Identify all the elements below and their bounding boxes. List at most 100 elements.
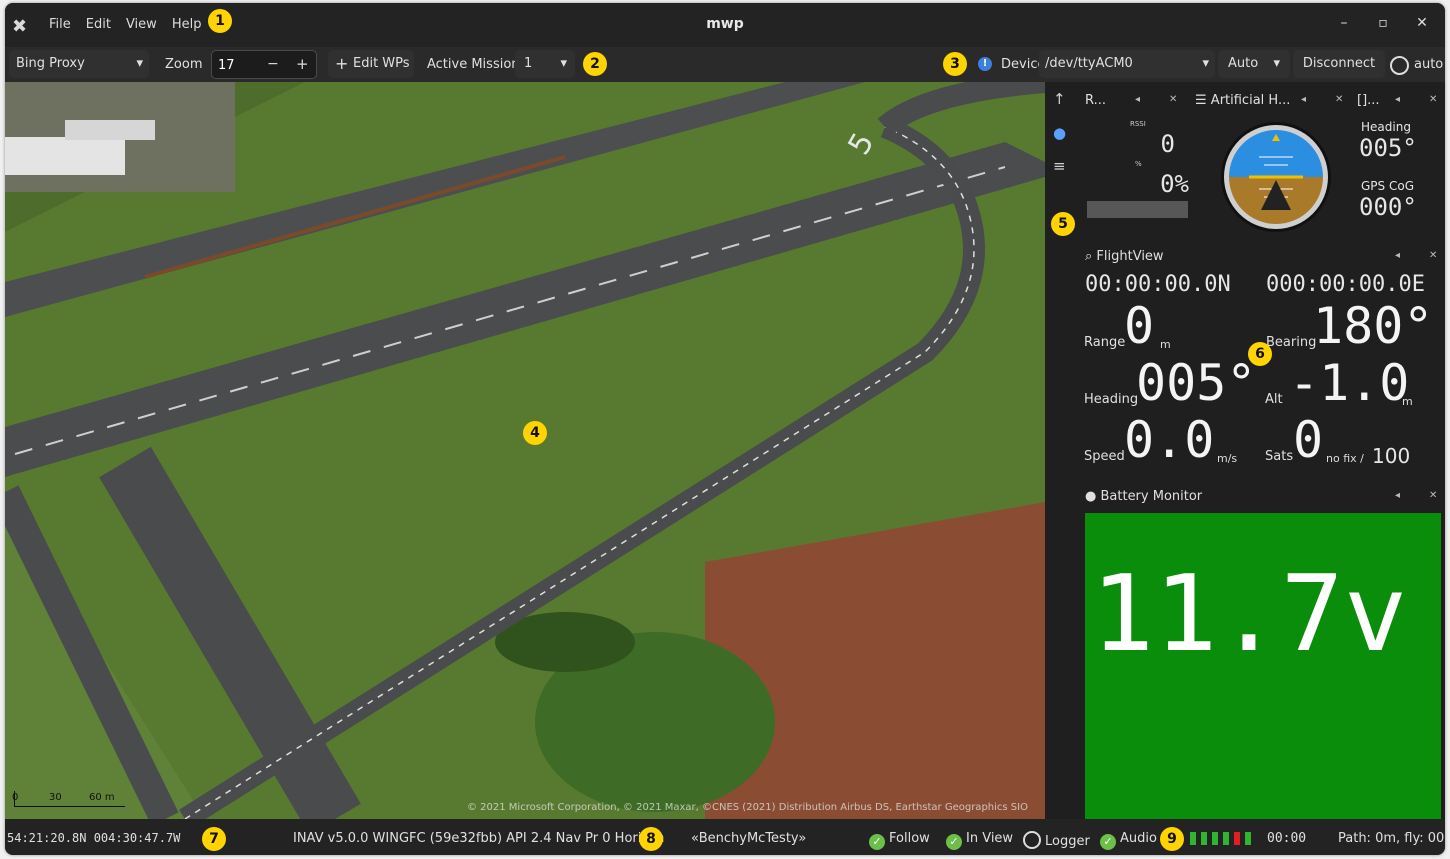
flightview-title-text: FlightView [1096,249,1164,264]
rssi-label: RSSI [1130,120,1146,128]
fv-heading-value: 005° [1136,354,1257,412]
battery-title-text: Battery Monitor [1100,489,1203,504]
globe-icon[interactable]: ● [1053,124,1066,142]
zoom-value[interactable]: 17 [218,58,235,73]
range-value: 0 [1124,297,1155,355]
map-attribution: © 2021 Microsoft Corporation, © 2021 Max… [467,802,1028,813]
menu-view[interactable]: View [126,17,157,32]
map-view[interactable]: 5 0 30 60 m © 2021 Microsoft Corporation… [5,82,1045,819]
map-source-select[interactable]: Bing Proxy ▾ [9,50,149,78]
zoom-out-button[interactable]: − [267,56,279,72]
panel-float-icon[interactable]: ◂ [1395,250,1400,261]
checkmark-icon: ✓ [1100,834,1116,850]
panel-float-icon[interactable]: ◂ [1395,490,1400,501]
attitude-indicator [1221,122,1331,232]
chevron-down-icon: ▾ [1202,56,1209,71]
cursor-position: 54:21:20.8N 004:30:47.7W [7,831,181,845]
satellite-imagery: 5 [5,82,1045,819]
annotation-marker-7: 7 [202,827,226,851]
annotation-marker-8: 8 [639,827,663,851]
edit-wps-button[interactable]: + Edit WPs [328,50,414,78]
device-select[interactable]: /dev/ttyACM0 ▾ [1039,50,1215,78]
active-mission-select[interactable]: 1 ▾ [515,50,575,78]
zoom-label: Zoom [165,57,203,72]
signal-bar [1212,832,1218,845]
sats-label: Sats [1265,449,1294,464]
app-icon: ✖ [12,16,28,37]
ahi-panel-title: ☰ Artificial H... [1195,93,1291,108]
follow-toggle[interactable]: ✓ Follow [869,831,930,850]
in-view-label: In View [966,831,1014,846]
radio-panel-title: R... [1085,93,1106,108]
annotation-marker-1: 1 [208,9,232,33]
bearing-label: Bearing [1266,335,1317,350]
speed-value: 0.0 [1124,411,1215,469]
arrow-up-icon[interactable]: ↑ [1053,90,1066,108]
active-mission-label: Active Mission [427,57,520,72]
menu-bar: File Edit View Help [49,17,201,32]
app-window: ✖ File Edit View Help mwp – ▫ ✕ Bing Pro… [5,3,1445,855]
audio-toggle[interactable]: ✓ Audio [1100,831,1157,850]
annotation-marker-4: 4 [523,421,547,445]
close-icon[interactable]: ✕ [1412,15,1432,31]
mode-select[interactable]: Auto ▾ [1218,50,1290,78]
logger-toggle[interactable]: Logger [1023,831,1090,849]
fv-heading-label: Heading [1084,392,1139,407]
flightview-panel: ⌕ FlightView ◂ ✕ 00:00:00.0N 000:00:00.0… [1045,237,1445,477]
annotation-marker-2: 2 [583,52,607,76]
minimize-icon[interactable]: – [1334,15,1354,31]
rssi-pct-label: % [1135,160,1142,168]
heading-value: 005° [1359,134,1417,162]
alt-label: Alt [1265,392,1283,407]
panel-float-icon[interactable]: ◂ [1301,94,1306,105]
range-unit: m [1160,338,1171,351]
panel-close-icon[interactable]: ✕ [1429,94,1437,105]
panel-close-icon[interactable]: ✕ [1429,250,1437,261]
maximize-icon[interactable]: ▫ [1373,15,1393,31]
scale-label-0: 0 [12,792,19,803]
battery-voltage: 11.7v [1091,553,1408,675]
signal-bar [1234,832,1240,845]
panel-close-icon[interactable]: ✕ [1429,490,1437,501]
scale-label-60: 60 m [89,792,115,803]
in-view-toggle[interactable]: ✓ In View [946,831,1013,850]
signal-bar [1190,832,1196,845]
panel-close-icon[interactable]: ✕ [1169,94,1177,105]
logger-label: Logger [1045,834,1090,849]
info-icon: ! [978,57,992,71]
menu-help[interactable]: Help [172,17,202,32]
range-label: Range [1084,335,1126,350]
chevron-down-icon: ▾ [560,56,567,71]
direction-panel-title: []... [1357,93,1380,108]
craft-name: «BenchyMcTesty» [691,831,807,846]
battery-title: ● Battery Monitor [1085,489,1203,504]
annotation-marker-3: 3 [943,52,967,76]
unchecked-icon [1023,831,1041,849]
menu-edit[interactable]: Edit [86,17,111,32]
disconnect-button[interactable]: Disconnect [1293,50,1385,78]
fix-status: no fix / [1326,452,1364,465]
zoom-in-button[interactable]: + [296,55,309,73]
scale-label-30: 30 [49,792,62,803]
checkmark-icon: ✓ [869,834,885,850]
mode-value: Auto [1228,56,1259,71]
panel-float-icon[interactable]: ◂ [1395,94,1400,105]
alt-unit: m [1402,395,1413,408]
list-icon[interactable]: ≡ [1053,157,1066,175]
hdop-value: 100 [1372,444,1411,468]
auto-radio[interactable] [1390,56,1409,75]
bearing-value: 180° [1313,297,1434,355]
radio-panel: R... ◂ ✕ RSSI 0 % 0% [1085,82,1189,232]
audio-label: Audio [1120,831,1157,846]
gps-cog-label: GPS CoG [1361,179,1414,193]
toolbar: Bing Proxy ▾ Zoom 17 − + + Edit WPs Acti… [5,47,1445,82]
zoom-spinbox[interactable]: 17 − + [211,50,317,79]
panel-close-icon[interactable]: ✕ [1335,94,1343,105]
active-mission-value: 1 [524,56,533,71]
ahi-title-text: Artificial H... [1210,93,1291,108]
rssi-value: 0 [1160,130,1175,158]
menu-file[interactable]: File [49,17,71,32]
chevron-down-icon: ▾ [136,56,143,71]
panel-float-icon[interactable]: ◂ [1135,94,1140,105]
rssi-pct: 0% [1160,170,1189,198]
